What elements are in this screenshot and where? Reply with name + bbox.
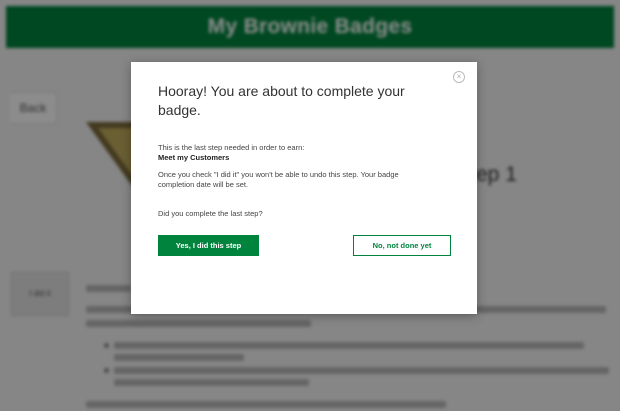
badge-name: Meet my Customers — [158, 153, 230, 162]
dialog-title: Hooray! You are about to complete your b… — [158, 83, 405, 118]
close-icon[interactable]: × — [453, 71, 465, 83]
not-done-yet-button[interactable]: No, not done yet — [353, 235, 451, 256]
dialog-question-text: Did you complete the last step? — [158, 209, 263, 218]
dialog-intro-block: This is the last step needed in order to… — [158, 143, 448, 163]
completion-dialog: × Hooray! You are about to complete your… — [131, 62, 477, 314]
dialog-warning-text: Once you check "I did it" you won't be a… — [158, 170, 399, 189]
dialog-intro-text: This is the last step needed in order to… — [158, 143, 305, 152]
yes-did-step-button[interactable]: Yes, I did this step — [158, 235, 259, 256]
